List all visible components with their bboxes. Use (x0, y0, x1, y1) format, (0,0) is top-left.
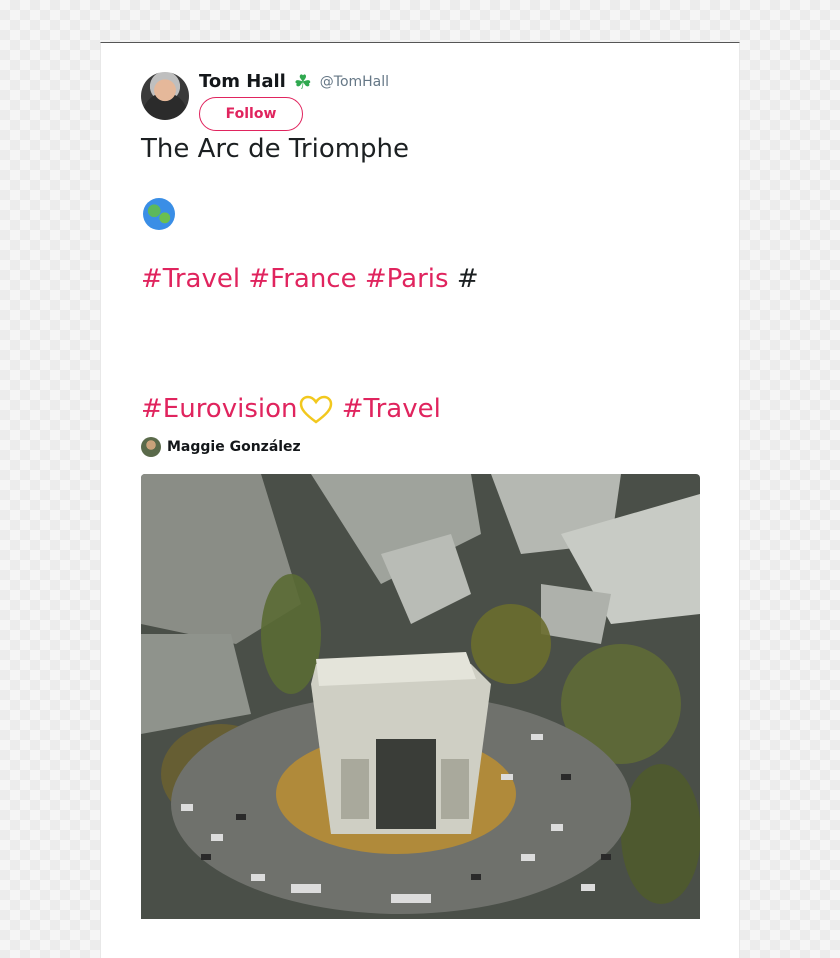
globe-europe-africa-icon (143, 198, 175, 230)
hashtag-row-2: #Eurovision #Travel (141, 394, 441, 425)
hashtag-link[interactable]: #Eurovision (141, 394, 297, 424)
quoted-author-name: Maggie González (167, 439, 301, 455)
quoted-author-avatar (141, 437, 161, 457)
author-avatar[interactable] (141, 72, 189, 120)
tweet-card: Tom Hall ☘ @TomHall Follow The Arc de Tr… (100, 42, 740, 958)
author-name[interactable]: Tom Hall (199, 71, 286, 92)
hashtag-link[interactable]: #Travel (342, 394, 441, 424)
shamrock-icon: ☘ (293, 69, 312, 94)
hashtag-link[interactable]: #Paris (365, 264, 449, 294)
author-handle[interactable]: @TomHall (320, 74, 389, 90)
quoted-author-row[interactable]: Maggie González (141, 437, 301, 457)
arc-de-triomphe-photo[interactable] (141, 474, 700, 919)
yellow-heart-icon (300, 395, 333, 424)
aerial-photo-illustration (141, 474, 700, 919)
trailing-hash: # (456, 264, 479, 294)
follow-button[interactable]: Follow (199, 97, 303, 131)
author-row: Tom Hall ☘ @TomHall (199, 71, 389, 92)
hashtag-link[interactable]: #France (248, 264, 356, 294)
hashtag-link[interactable]: #Travel (141, 264, 240, 294)
tweet-text-line1: The Arc de Triomphe (141, 134, 410, 164)
hashtag-row-1: #Travel #France #Paris # (141, 264, 479, 294)
